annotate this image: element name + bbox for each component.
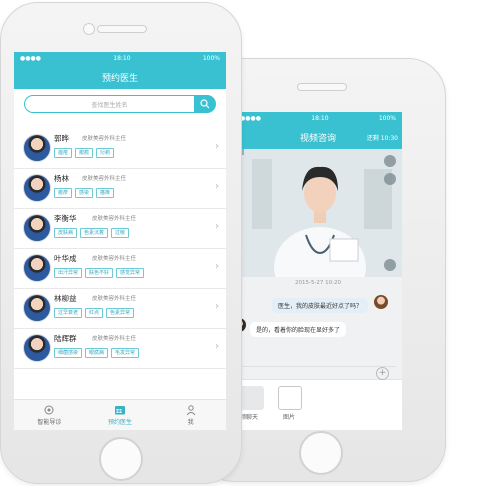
chevron-right-icon: › [215,221,219,232]
specialty-tag: 过敏 [111,228,130,238]
doctor-name: 杨林 [54,174,69,183]
doctor-avatar [23,214,51,242]
specialty-tag: 皮肤病 [54,228,78,238]
chevron-right-icon: › [215,181,219,192]
tab-book-doctor[interactable]: 预约医生 [85,400,156,430]
doctor-title: 皮肤美容外科主任 [92,216,137,222]
patient-avatar [374,295,388,309]
home-button[interactable] [99,437,143,481]
search-button[interactable] [194,95,216,113]
chevron-right-icon: › [215,341,219,352]
chat-message-left: 是的，看着你的脸现在显好多了 [250,322,347,337]
doctor-title: 皮肤美容外科主任 [92,256,137,262]
doctor-name: 林柳益 [54,294,77,303]
nav-bar: 预约医生 [14,65,226,89]
person-icon [186,404,196,415]
specialty-tag: 毛发异常 [111,348,140,358]
page-title: 视频咨询 [299,133,336,144]
image-label: 图片 [283,414,296,421]
doctor-avatar [23,334,51,362]
specialty-tag: 肤色不好 [85,268,114,278]
battery-level: 100% [202,55,220,62]
specialty-tag: 过早衰老 [54,308,83,318]
doctor-list: 郭晔 皮肤美容外科主任 痤疮 瘢痕 衍剃 › 杨林 皮肤美容外科主任 瘢疹 感染… [14,129,226,369]
status-time: 18:10 [311,115,329,122]
video-feed [234,149,402,307]
chevron-right-icon: › [215,141,219,152]
battery-level: 100% [378,115,396,122]
front-camera [83,23,95,35]
status-time: 18:10 [113,55,131,62]
doctor-avatar [23,294,51,322]
signal-icon: ●●●● [20,55,41,62]
status-bar: ●●●● 18:10 100% [14,52,226,65]
search-placeholder: 查找医生姓名 [91,101,128,109]
specialty-tag: 瘙痒 [96,188,115,198]
chevron-right-icon: › [215,301,219,312]
chat-message-right: 医生，我的皮肤最近好点了吗？ [272,298,369,313]
specialty-tag: 出汗异常 [54,268,83,278]
doctor-name: 叶华成 [54,254,77,263]
doctor-name: 郭晔 [54,134,69,143]
switch-camera-icon[interactable] [384,155,396,167]
chevron-right-icon: › [215,261,219,272]
doctor-title: 皮肤美容外科主任 [92,336,137,342]
doctor-list-item[interactable]: 李衡华 皮肤美容外科主任 皮肤病 色素沉着 过敏 › [14,209,226,249]
specialty-tag: 感觉异常 [116,268,145,278]
doctor-avatar [23,134,51,162]
page-title: 预约医生 [101,73,138,84]
bottom-tab-bar: 智能导诊 预约医生 我 [14,399,226,430]
chat-toolbar: + 视频聊天 图片 [234,366,402,430]
search-icon [200,99,210,109]
search-input[interactable]: 查找医生姓名 [24,95,194,113]
speaker-grille [297,83,347,91]
doctor-list-item[interactable]: 叶华成 皮肤美容外科主任 出汗异常 肤色不好 感觉异常 › [14,249,226,289]
book-doctor-screen: ●●●● 18:10 100% 预约医生 查找医生姓名 郭晔 皮肤美容外科主任 … [14,52,226,430]
specialty-tag: 色素沉着 [80,228,109,238]
specialty-tag: 感染 [75,188,94,198]
specialty-tag: 瘢疹 [54,188,73,198]
chat-timestamp: 2015-5-27 10:20 [294,280,342,286]
calendar-icon [115,405,125,414]
doctor-name: 陆辉群 [54,334,77,343]
doctor-title: 皮肤美容外科主任 [82,176,127,182]
camera-icon[interactable] [384,173,396,185]
doctor-title: 皮肤美容外科主任 [92,296,137,302]
doctor-list-item[interactable]: 郭晔 皮肤美容外科主任 痤疮 瘢痕 衍剃 › [14,129,226,169]
specialty-tag: 眼腐病 [85,348,109,358]
specialty-tag: 细菌感染 [54,348,83,358]
hangup-icon[interactable] [384,259,396,271]
plus-icon[interactable]: + [376,367,389,380]
specialty-tag: 红点 [85,308,104,318]
status-bar: ●●●● 18:10 100% [234,112,402,125]
doctor-name: 李衡华 [54,214,77,223]
search-row: 查找医生姓名 [14,89,226,119]
specialty-tag: 瘢痕 [75,148,94,158]
doctor-avatar [23,174,51,202]
doctor-avatar [23,254,51,282]
doctor-list-item[interactable]: 林柳益 皮肤美容外科主任 过早衰老 红点 色素异常 › [14,289,226,329]
home-button[interactable] [299,431,343,475]
signal-icon: ●●●● [240,115,261,122]
specialty-tag: 衍剃 [96,148,115,158]
doctor-video-image [234,149,402,307]
video-consult-screen: ●●●● 18:10 100% 视频咨询 还剩 10:30 2015-5-27 … [234,112,402,430]
remaining-timer: 还剩 10:30 [366,135,398,142]
doctor-list-item[interactable]: 陆辉群 皮肤美容外科主任 细菌感染 眼腐病 毛发异常 › [14,329,226,369]
tab-me[interactable]: 我 [155,400,226,430]
tab-smart-guide[interactable]: 智能导诊 [14,400,85,430]
smart-guide-icon [44,405,54,414]
specialty-tag: 痤疮 [54,148,73,158]
nav-bar: 视频咨询 还剩 10:30 [234,125,402,149]
tab-label: 预约医生 [108,418,133,426]
image-icon[interactable] [278,386,302,410]
doctor-title: 皮肤美容外科主任 [82,136,127,142]
tab-label: 我 [187,418,194,426]
speaker-grille [97,25,147,33]
doctor-list-item[interactable]: 杨林 皮肤美容外科主任 瘢疹 感染 瘙痒 › [14,169,226,209]
chat-input-field[interactable] [236,366,396,379]
tab-label: 智能导诊 [37,418,62,426]
specialty-tag: 色素异常 [106,308,135,318]
